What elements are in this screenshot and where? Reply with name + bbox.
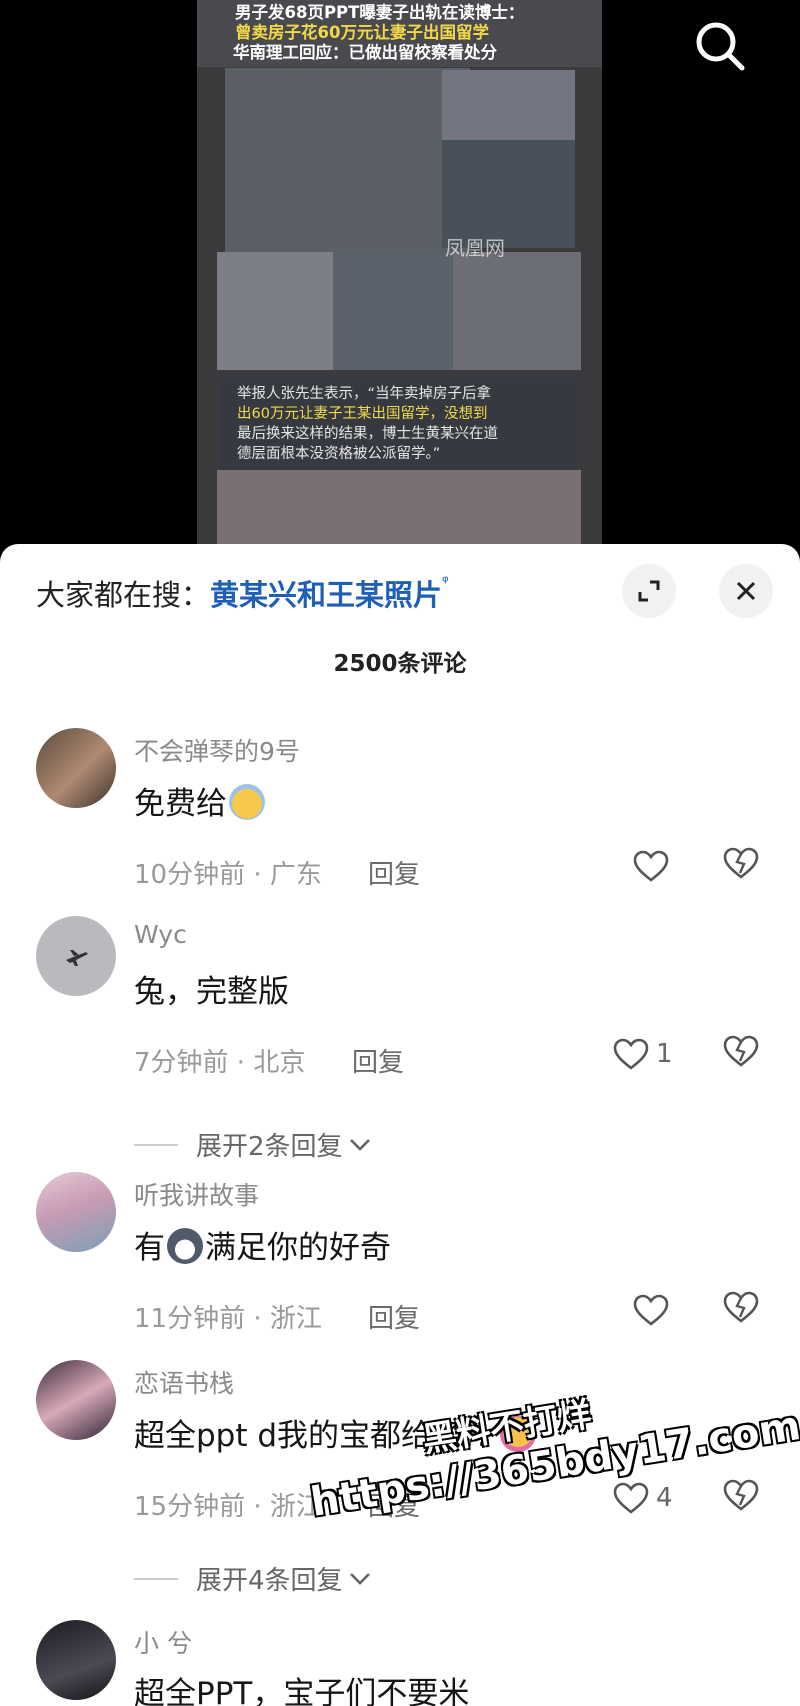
comment-username[interactable]: 听我讲故事	[134, 1176, 259, 1212]
photo-bottom	[217, 470, 581, 545]
hug-emoji-icon	[499, 1416, 536, 1452]
trending-term[interactable]: 黄某兴和王某照片	[210, 578, 442, 612]
avatar[interactable]	[36, 728, 116, 808]
crying-emoji-icon	[229, 784, 265, 820]
airplane-icon	[66, 950, 88, 966]
comment-count: 2500条评论	[333, 651, 467, 677]
comment-text: 有满足你的好奇	[134, 1228, 391, 1266]
photo-couple	[333, 252, 453, 370]
broken-heart-icon	[723, 1035, 759, 1067]
comment-username[interactable]: 小 兮	[134, 1624, 192, 1660]
comment-username[interactable]: 不会弹琴的9号	[134, 732, 300, 768]
close-icon	[736, 581, 756, 601]
video-headline: 男子发68页PPT曝妻子出轨在读博士： 曾卖房子花60万元让妻子出国留学 华南理…	[197, 0, 602, 67]
expand-button[interactable]	[622, 564, 676, 618]
close-button[interactable]	[719, 564, 773, 618]
heart-icon	[613, 1038, 649, 1070]
video-frame: 男子发68页PPT曝妻子出轨在读博士： 曾卖房子花60万元让妻子出国留学 华南理…	[197, 0, 602, 545]
video-quote: 举报人张先生表示，“当年卖掉房子后拿 出60万元让妻子王某出国留学，没想到 最后…	[219, 378, 577, 470]
trending-search[interactable]: 大家都在搜：黄某兴和王某照片ᵠ	[36, 572, 449, 614]
chevron-down-icon	[349, 1572, 370, 1585]
comment-time-location: 10分钟前 · 广东	[134, 860, 322, 890]
reply-button[interactable]: 回复	[368, 854, 420, 891]
dislike-button[interactable]	[722, 1478, 760, 1516]
avatar[interactable]	[36, 1620, 116, 1700]
divider	[134, 1143, 178, 1146]
like-button[interactable]	[632, 1290, 670, 1330]
like-button[interactable]	[632, 846, 670, 886]
search-button[interactable]	[690, 16, 752, 78]
reply-button[interactable]: 回复	[352, 1042, 404, 1079]
comment-item: 不会弹琴的9号 免费给 10分钟前 · 广东 回复	[0, 728, 800, 908]
divider	[134, 1577, 178, 1580]
comment-time-location: 11分钟前 · 浙江	[134, 1304, 322, 1334]
heart-icon	[633, 1294, 669, 1326]
photo-couple-2	[453, 252, 581, 370]
expand-replies-button[interactable]: 展开4条回复	[134, 1560, 373, 1597]
reply-button[interactable]: 回复	[368, 1486, 420, 1523]
comment-text: 超全PPT，宝子们不要米	[134, 1676, 470, 1706]
comment-time-location: 7分钟前 · 北京	[134, 1048, 306, 1078]
dislike-button[interactable]	[722, 846, 760, 884]
broken-heart-icon	[723, 847, 759, 879]
broken-heart-icon	[723, 1479, 759, 1511]
photo-man-2	[217, 252, 333, 370]
reply-button[interactable]: 回复	[368, 1298, 420, 1335]
cat-emoji-icon	[167, 1228, 203, 1264]
avatar[interactable]	[36, 916, 116, 996]
comment-text: 兔，完整版	[134, 974, 289, 1010]
dislike-button[interactable]	[722, 1034, 760, 1072]
like-button[interactable]: 1	[612, 1034, 673, 1074]
like-button[interactable]: 4	[612, 1478, 673, 1518]
photo-small-1	[442, 70, 575, 140]
comment-text: 免费给	[134, 778, 267, 823]
expand-icon	[638, 580, 660, 602]
heart-icon	[613, 1482, 649, 1514]
comment-item: 小 兮 超全PPT，宝子们不要米	[0, 1620, 800, 1706]
comment-item: Wyc 兔，完整版 7分钟前 · 北京 回复 1 展开2条回复	[0, 916, 800, 1162]
comment-username[interactable]: Wyc	[134, 920, 187, 949]
video-area[interactable]: 男子发68页PPT曝妻子出轨在读博士： 曾卖房子花60万元让妻子出国留学 华南理…	[0, 0, 800, 560]
avatar[interactable]	[36, 1360, 116, 1440]
search-icon	[696, 22, 745, 71]
avatar[interactable]	[36, 1172, 116, 1252]
dislike-button[interactable]	[722, 1290, 760, 1328]
like-count: 1	[656, 1039, 673, 1069]
comment-time-location: 15分钟前 · 浙江	[134, 1492, 322, 1522]
broken-heart-icon	[723, 1291, 759, 1323]
comment-item: 听我讲故事 有满足你的好奇 11分钟前 · 浙江 回复	[0, 1172, 800, 1352]
comment-text: 超全ppt d我的宝都给了!!	[134, 1410, 538, 1455]
comment-username[interactable]: 恋语书栈	[134, 1364, 234, 1400]
like-count: 4	[656, 1483, 673, 1513]
expand-replies-button[interactable]: 展开2条回复	[134, 1126, 373, 1163]
photo-man	[225, 68, 470, 254]
comment-sheet: 大家都在搜：黄某兴和王某照片ᵠ 2500条评论 不会弹琴的9号 免费给 10分钟…	[0, 544, 800, 1706]
heart-icon	[633, 850, 669, 882]
comment-item: 恋语书栈 超全ppt d我的宝都给了!! 15分钟前 · 浙江 回复 4 展开4…	[0, 1360, 800, 1596]
chevron-down-icon	[349, 1138, 370, 1151]
video-watermark: 凤凰网	[445, 236, 505, 260]
